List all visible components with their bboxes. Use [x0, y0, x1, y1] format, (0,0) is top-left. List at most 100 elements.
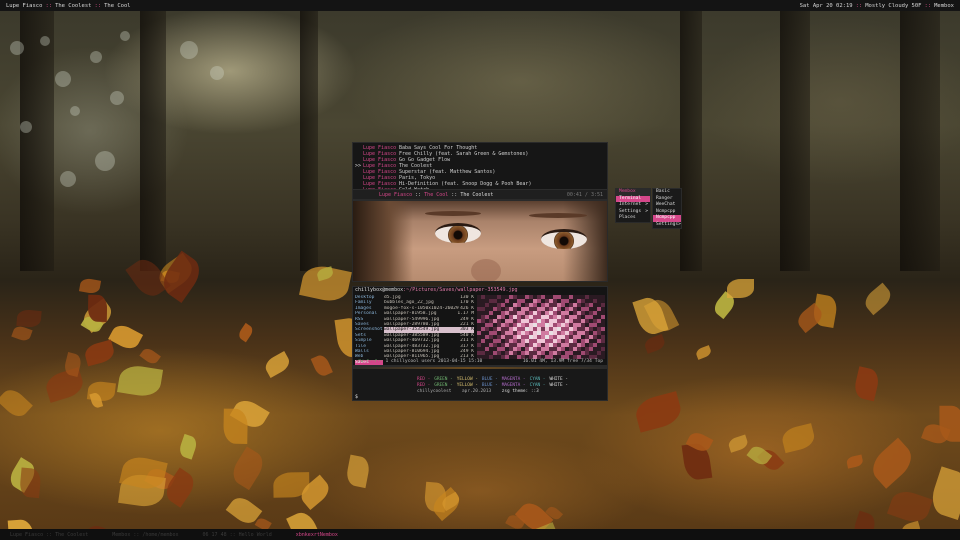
now-playing-track: The Coolest: [55, 2, 92, 9]
terminal-progress: [353, 367, 607, 369]
autumn-leaf: [228, 446, 269, 491]
root-menu[interactable]: Membox Terminal Internet > Settings > Places: [615, 188, 651, 223]
status-track: The Coolest: [460, 192, 494, 198]
image-preview: [477, 295, 605, 361]
root-submenu[interactable]: Basic Ranger WeeChat Ncmpcpp Ncmpcpp Settings…: [652, 188, 682, 229]
bokeh-light: [180, 41, 198, 59]
top-status-bar: Lupe Fiasco:: The Coolest:: The Cool Sat A…: [0, 0, 960, 11]
autumn-leaf: [82, 340, 116, 367]
file-perms: -rw-r--r--: [355, 359, 383, 364]
tree-trunk: [300, 11, 318, 271]
nose: [471, 259, 501, 281]
terminal-window[interactable]: RED - GREEN - YELLOW - BLUE - MAGENTA - CYAN …: [352, 366, 608, 401]
bokeh-light: [90, 51, 102, 63]
autumn-leaf: [116, 363, 164, 399]
autumn-leaf: [779, 423, 817, 454]
hair-left: [353, 201, 413, 281]
system-info: Sat Apr 20 02:19:: Mostly Cloudy 50F:: Mem…: [799, 2, 954, 9]
autumn-leaf: [16, 309, 43, 329]
eyes-photo: [352, 200, 608, 282]
info-user: chillycoolest: [417, 389, 452, 394]
bokeh-light: [110, 91, 124, 105]
color-name-green: GREEN -: [434, 377, 453, 382]
status-album: The Cool: [424, 192, 449, 198]
autumn-leaf: [82, 522, 119, 529]
info-date: apr.20.2013: [462, 389, 492, 394]
autumn-leaf: [236, 322, 255, 342]
color-name-yellow: YELLOW -: [456, 383, 478, 388]
autumn-leaf: [7, 519, 35, 529]
path-value: :~/Pictures/Saves/wallpaper-353549.jpg: [403, 287, 518, 293]
bokeh-light: [10, 41, 24, 55]
color-name-red: RED -: [417, 377, 431, 382]
bottom-seg-1: Lupe Fiasco :: The Coolest: [10, 531, 89, 538]
tree-trunk: [140, 11, 166, 271]
color-name-cyan: CYAN -: [529, 383, 546, 388]
bottom-highlight: xbnkexrtNembox: [295, 531, 338, 538]
autumn-leaf: [78, 277, 101, 296]
tree-trunk: [900, 11, 940, 271]
autumn-leaf: [176, 433, 199, 460]
status-time: 00:41 / 3:51: [566, 192, 603, 198]
bokeh-light: [95, 151, 115, 171]
tree-trunk: [20, 11, 54, 271]
autumn-leaf: [285, 508, 323, 529]
now-playing-artist: Lupe Fiasco: [6, 2, 43, 9]
left-eye: [435, 223, 481, 243]
hostname: Membox: [934, 2, 954, 9]
playlist: Lupe Fiasco Baba Says Cool For Thought Lup…: [353, 143, 607, 193]
autumn-leaf: [851, 510, 879, 529]
file-meta: 1 chillycool users 2013-04-15 15:10: [385, 359, 483, 364]
color-name-cyan: CYAN -: [529, 377, 546, 382]
right-eyebrow: [529, 213, 587, 218]
file-manager-window[interactable]: chillybox@membox:~/Pictures/Saves/wallpa…: [352, 286, 608, 366]
music-status-bar: Lupe Fiasco :: The Cool :: The Coolest 0…: [353, 189, 607, 199]
autumn-leaf: [927, 465, 960, 520]
autumn-leaf: [19, 468, 42, 499]
autumn-leaf: [632, 390, 684, 433]
menu-item[interactable]: Places: [616, 215, 650, 222]
autumn-leaf: [254, 516, 272, 529]
directory-column: Desktop Family Images Personal RSS Saves Scree…: [355, 295, 383, 366]
autumn-leaf: [865, 436, 918, 489]
autumn-leaf: [851, 366, 880, 402]
right-eye: [541, 229, 587, 249]
autumn-leaf: [42, 367, 86, 404]
tree-trunk: [780, 11, 810, 271]
left-eyebrow: [425, 211, 481, 216]
bokeh-light: [40, 36, 50, 46]
autumn-leaf: [310, 352, 333, 378]
autumn-leaf: [139, 345, 161, 367]
file-info-bar: -rw-r--r-- 1 chillycool users 2013-04-15…: [353, 358, 607, 365]
bokeh-light: [20, 121, 32, 133]
bottom-status-bar: Lupe Fiasco :: The Coolest Membox :: /ho…: [0, 529, 960, 540]
bokeh-light: [210, 66, 224, 80]
color-name-magenta: MAGENTA -: [501, 383, 526, 388]
shell-prompt[interactable]: $: [355, 394, 358, 400]
autumn-leaf: [344, 454, 372, 488]
submenu-item[interactable]: Settings >: [653, 222, 681, 229]
color-name-magenta: MAGENTA -: [501, 377, 526, 382]
submenu-arrow-icon: >: [678, 221, 681, 227]
bottom-seg-2: Membox :: /home/membox: [112, 531, 179, 538]
color-row-1: RED - GREEN - YELLOW - BLUE - MAGENTA - CYAN …: [417, 377, 572, 382]
color-name-blue: BLUE -: [481, 377, 498, 382]
autumn-leaf: [87, 295, 107, 323]
color-name-white: WHITE -: [549, 383, 568, 388]
color-name-blue: BLUE -: [481, 383, 498, 388]
color-name-yellow: YELLOW -: [456, 377, 478, 382]
bokeh-light: [70, 106, 80, 116]
path-user: chillybox@membox: [355, 287, 404, 293]
autumn-leaf: [222, 408, 248, 444]
bottom-seg-3: 06 17 48 :: Hello World: [202, 531, 272, 538]
now-playing: Lupe Fiasco:: The Coolest:: The Cool: [6, 2, 131, 9]
music-player-window[interactable]: Lupe Fiasco Baba Says Cool For Thought Lup…: [352, 142, 608, 200]
clock: Sat Apr 20 02:19: [799, 2, 853, 9]
color-name-white: WHITE -: [549, 377, 568, 382]
weather: Mostly Cloudy 50F: [865, 2, 922, 9]
color-name-red: RED -: [417, 383, 431, 388]
terminal-info: chillycoolest apr.20.2013 zsg theme: ::3: [417, 389, 539, 394]
info-theme: zsg theme: ::3: [501, 389, 539, 394]
autumn-leaf: [861, 282, 895, 316]
file-column: d5.jpg 130 Kbubbles_ago_22_jpg 170 Kmogoe-…: [384, 295, 474, 360]
